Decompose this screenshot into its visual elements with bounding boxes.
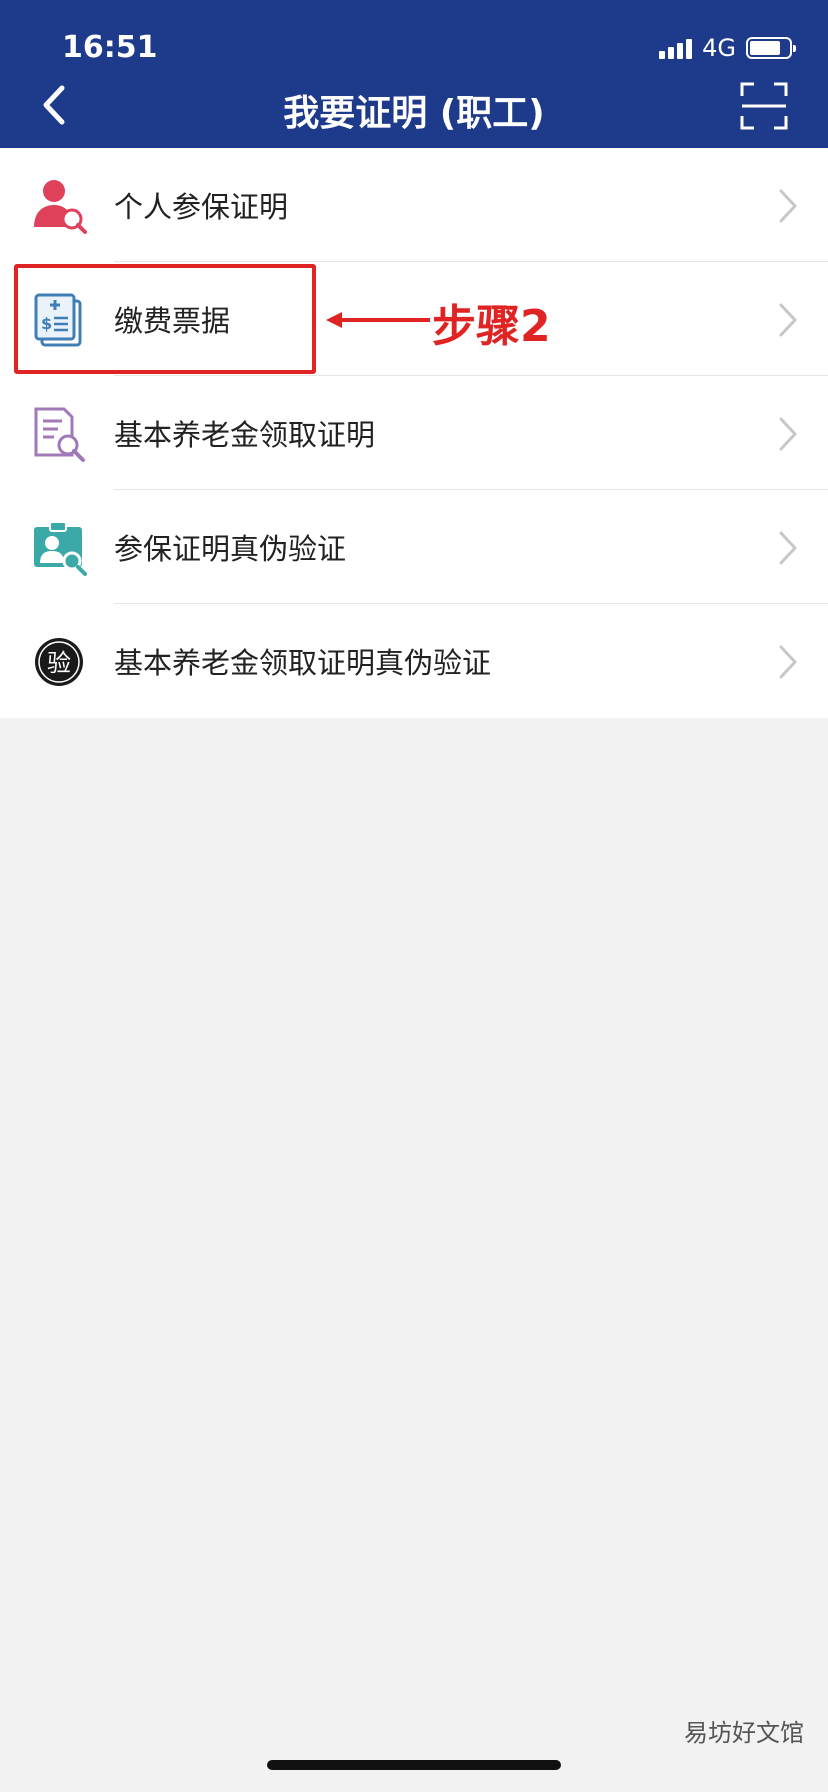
person-search-icon [30,177,88,235]
chevron-right-icon [779,645,797,679]
chevron-right-icon [779,189,797,223]
scan-button[interactable] [740,82,788,130]
status-time: 16:51 [62,30,158,65]
list-item-label: 个人参保证明 [114,190,289,224]
svg-text:验: 验 [47,649,71,677]
verify-badge-icon: 验 [30,633,88,691]
list-item-label: 参保证明真伪验证 [114,532,347,566]
app-header: 16:51 4G 我要证明 (职工) [0,0,828,148]
highlight-box [14,264,316,374]
list-item-insurance-certificate-verification[interactable]: 参保证明真伪验证 [0,490,828,604]
id-card-search-icon [30,519,88,577]
list-item-pension-receipt-certificate[interactable]: 基本养老金领取证明 [0,376,828,490]
list-item-label: 基本养老金领取证明真伪验证 [114,646,492,680]
chevron-right-icon [779,531,797,565]
signal-icon [659,37,693,59]
list-item-personal-insurance-certificate[interactable]: 个人参保证明 [0,148,828,262]
scan-frame-icon [740,82,788,130]
status-indicators: 4G [659,34,796,62]
battery-icon [746,37,796,59]
list-item-label: 基本养老金领取证明 [114,418,376,452]
page-title: 我要证明 (职工) [283,93,545,134]
step-annotation-label: 步骤2 [432,301,551,352]
list-item-pension-certificate-verification[interactable]: 验 基本养老金领取证明真伪验证 [0,604,828,718]
document-search-icon [30,405,88,463]
home-indicator[interactable] [267,1760,561,1770]
chevron-right-icon [779,303,797,337]
network-type: 4G [702,34,736,62]
certificate-list: 个人参保证明 $ 缴费票据 基本养老金领取证明 参保证明真伪验证 验 基本养老金… [0,148,828,718]
chevron-right-icon [779,417,797,451]
arrow-left-icon [326,312,430,328]
watermark: 易坊好文馆 [684,1719,804,1747]
